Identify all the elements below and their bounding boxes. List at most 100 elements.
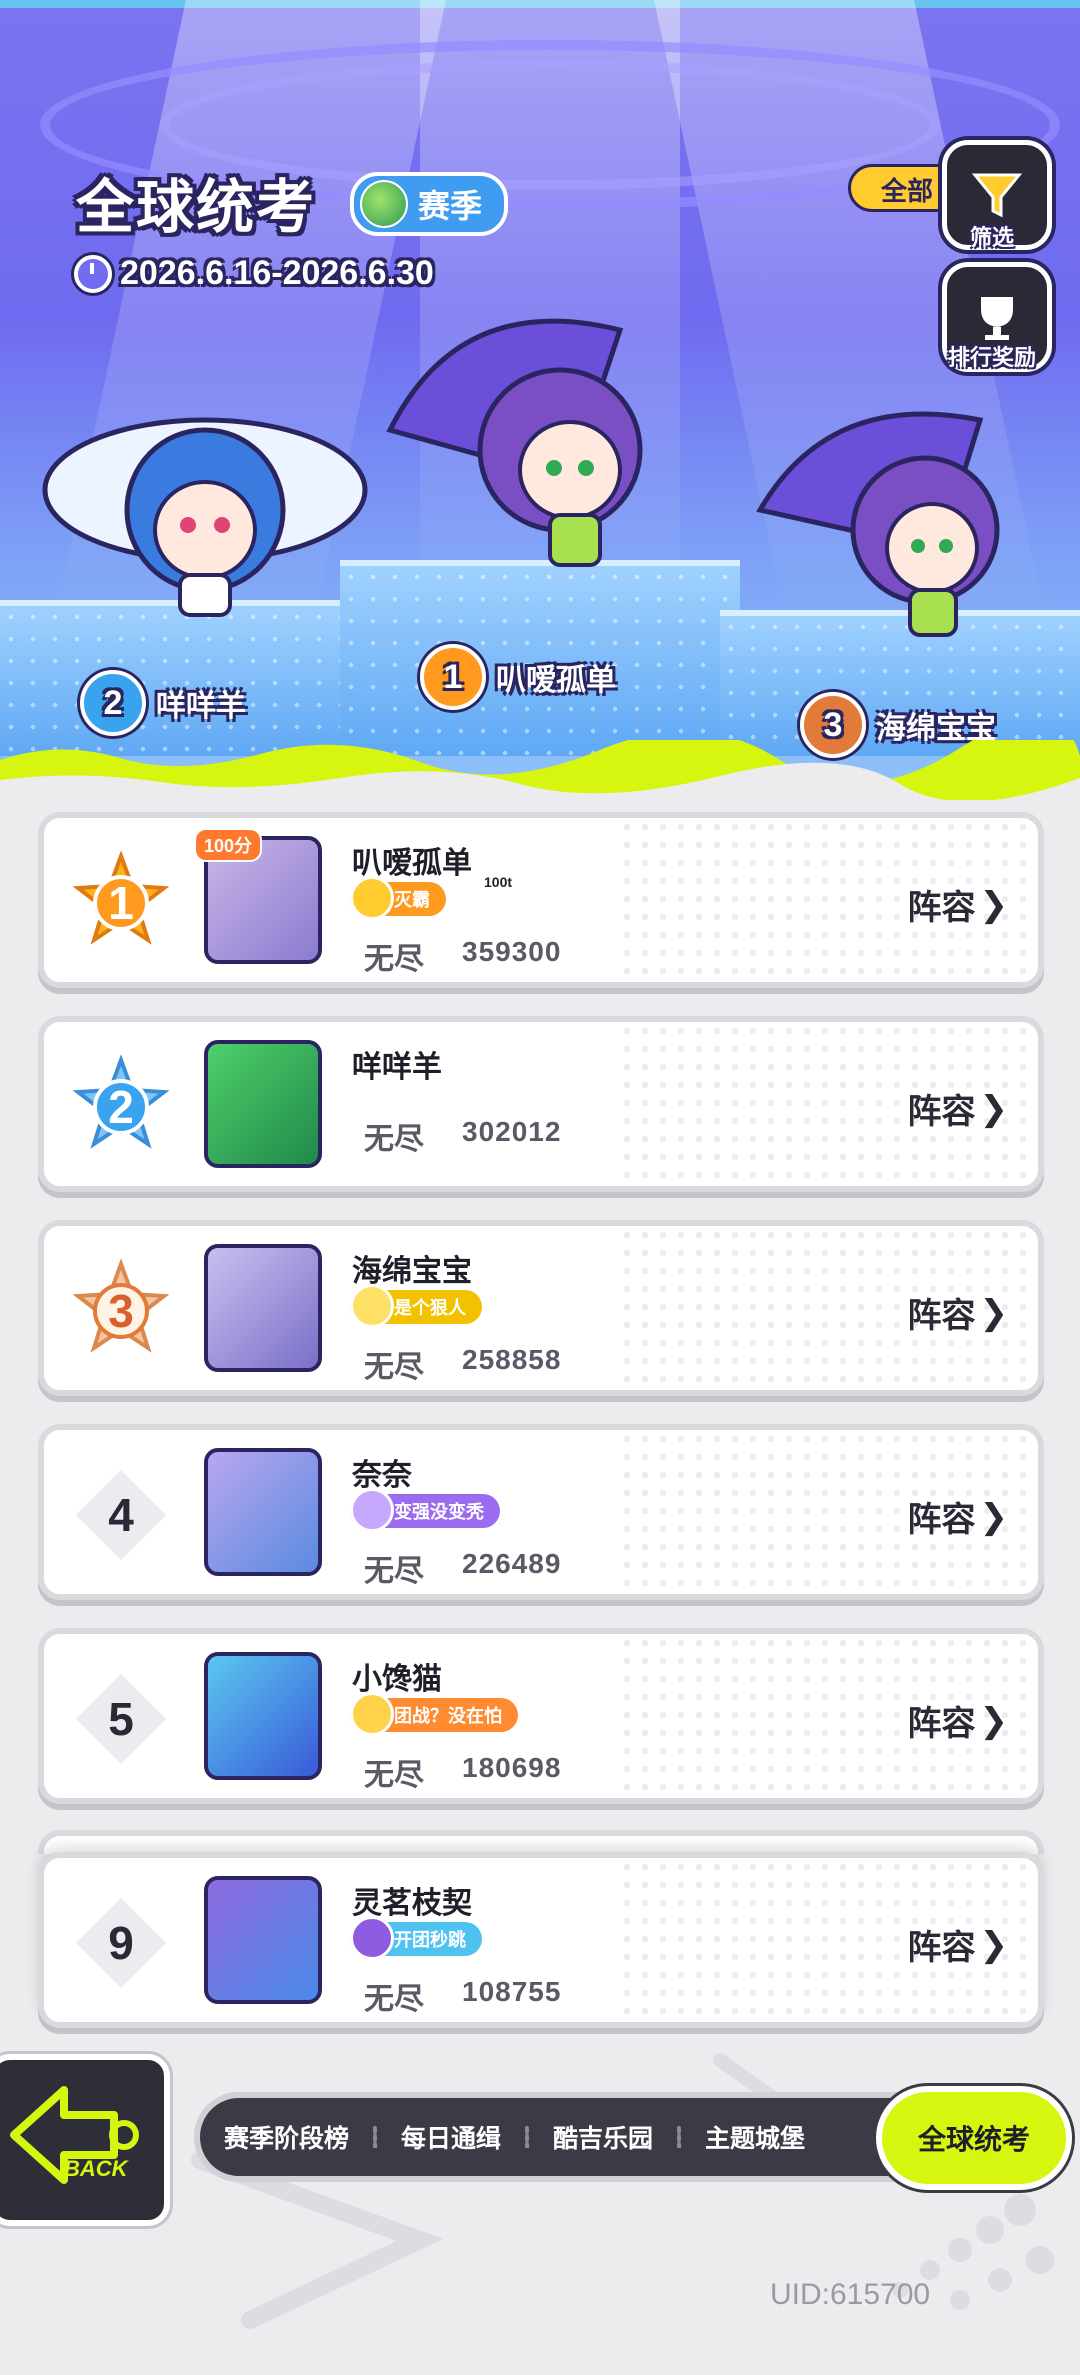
globe-icon	[360, 180, 408, 228]
badge-icon	[350, 1916, 394, 1960]
lineup-button[interactable]: 阵容 ❯	[908, 1920, 1009, 1969]
rank-number: 3	[108, 1285, 134, 1337]
mode-label: 无尽	[364, 1351, 424, 1384]
score-value: 258858	[462, 1344, 562, 1375]
rank-badge: 1	[66, 848, 176, 958]
podium-character-1[interactable]	[370, 310, 700, 590]
tab-season-stage[interactable]: 赛季阶段榜	[200, 2119, 373, 2155]
tab-daily-wanted[interactable]: 每日通缉	[377, 2119, 525, 2155]
mode-label: 无尽	[364, 1123, 424, 1156]
mode-label: 无尽	[364, 1759, 424, 1792]
avatar[interactable]	[204, 1876, 322, 2004]
rank-number: 2	[108, 1081, 134, 1133]
player-name: 小馋猫	[352, 1663, 442, 1696]
lineup-label: 阵容	[907, 1501, 976, 1539]
rank-badge: 3	[66, 1256, 176, 1366]
tab-global-exam[interactable]: 全球统考	[876, 2086, 1072, 2190]
badge-icon	[350, 1488, 394, 1532]
chevron-right-icon: ❯	[979, 1497, 1009, 1536]
chevron-right-icon: ❯	[979, 1293, 1009, 1332]
title-badge: 灭霸	[350, 876, 446, 920]
date-range-text: 2026.6.16-2026.6.30	[120, 254, 434, 292]
rank-medal-1: 1	[420, 644, 486, 710]
score-value: 180698	[462, 1752, 562, 1783]
title-badge: 团战？没在怕	[350, 1692, 518, 1736]
chevron-right-icon: ❯	[979, 1701, 1009, 1740]
rank-badge: 4	[66, 1460, 176, 1570]
title-badge-sub: 100t	[484, 874, 513, 890]
podium-character-2[interactable]	[40, 380, 370, 630]
score-value: 226489	[462, 1548, 562, 1579]
title-badge-text: 是个狠人	[394, 1298, 466, 1318]
lineup-label: 阵容	[907, 1705, 976, 1743]
title-badge-text: 团战？没在怕	[394, 1706, 502, 1726]
tab-theme-castle[interactable]: 主题城堡	[681, 2119, 829, 2155]
leaderboard-row[interactable]: 2 咩咩羊 无尽 302012 阵容 ❯	[38, 1016, 1044, 1192]
lineup-button[interactable]: 阵容 ❯	[908, 1288, 1009, 1337]
podium-player-name: 叭嗳孤单	[496, 664, 616, 697]
filter-icon	[971, 173, 1023, 218]
mode-label: 无尽	[364, 1983, 424, 2016]
title-badge-text: 灭霸	[394, 890, 430, 910]
my-rank-row[interactable]: 9 灵茗枝契 开团秒跳 无尽 108755 阵容 ❯	[38, 1852, 1044, 2028]
badge-icon	[350, 1284, 394, 1328]
rank-medal-2: 2	[80, 670, 146, 736]
lineup-button[interactable]: 阵容 ❯	[908, 880, 1009, 929]
avatar[interactable]	[204, 1652, 322, 1780]
podium-player-name: 咩咩羊	[156, 690, 246, 723]
chevron-right-icon: ❯	[979, 1089, 1009, 1128]
mode-label: 无尽	[364, 1555, 424, 1588]
avatar[interactable]	[204, 1244, 322, 1372]
rank-badge: 9	[66, 1888, 176, 1998]
lineup-button[interactable]: 阵容 ❯	[908, 1696, 1009, 1745]
season-badge: 赛季	[350, 172, 509, 236]
podium-name-1[interactable]: 1 叭嗳孤单	[420, 644, 616, 710]
score-badge: 100分	[194, 828, 263, 862]
lineup-label: 阵容	[907, 1093, 976, 1131]
avatar[interactable]	[204, 1448, 322, 1576]
lineup-label: 阵容	[907, 1297, 976, 1335]
leaderboard-row[interactable]: 3 海绵宝宝 是个狠人 无尽 258858 阵容 ❯	[38, 1220, 1044, 1396]
tab-kuji-park[interactable]: 酷吉乐园	[529, 2119, 677, 2155]
player-name: 奈奈	[352, 1459, 412, 1492]
title-badge: 开团秒跳	[350, 1916, 482, 1960]
rank-number: 1	[108, 877, 134, 929]
chevron-right-icon: ❯	[979, 885, 1009, 924]
page-title: 全球统考	[76, 175, 317, 240]
title-badge: 变强没变秃	[350, 1488, 500, 1532]
back-button[interactable]: BACK	[0, 2054, 170, 2226]
avatar[interactable]	[204, 1040, 322, 1168]
lineup-button[interactable]: 阵容 ❯	[908, 1084, 1009, 1133]
date-range: 2026.6.16-2026.6.30	[74, 254, 434, 293]
title-badge: 是个狠人	[350, 1284, 482, 1328]
mode-label: 无尽	[364, 943, 424, 976]
back-label: BACK	[64, 2156, 128, 2181]
score-value: 302012	[462, 1116, 562, 1147]
rank-number: 9	[108, 1917, 134, 1969]
back-arrow-icon	[10, 2086, 139, 2184]
leaderboard-row[interactable]: 4 奈奈 变强没变秃 无尽 226489 阵容 ❯	[38, 1424, 1044, 1600]
title-badge-text: 开团秒跳	[394, 1930, 466, 1950]
podium-character-3[interactable]	[750, 400, 1060, 640]
score-value: 108755	[462, 1976, 562, 2007]
rank-number: 5	[108, 1693, 134, 1745]
season-banner: 2 咩咩羊 1 叭嗳孤单 3 海绵宝宝	[0, 0, 1080, 800]
user-id: UID:615700	[770, 2278, 931, 2311]
badge-icon	[350, 876, 394, 920]
rank-number: 4	[108, 1489, 134, 1541]
score-value: 359300	[462, 936, 562, 967]
podium-name-2[interactable]: 2 咩咩羊	[80, 670, 246, 736]
badge-icon	[350, 1692, 394, 1736]
slime-divider	[0, 740, 1080, 800]
leaderboard-row[interactable]: 5 小馋猫 团战？没在怕 无尽 180698 阵容 ❯	[38, 1628, 1044, 1804]
filter-label: 筛选	[969, 225, 1014, 250]
title-badge-text: 变强没变秃	[394, 1502, 484, 1522]
season-label: 赛季	[418, 188, 483, 224]
trophy-icon	[981, 297, 1013, 340]
leaderboard-row[interactable]: 1 100分 叭嗳孤单 100t 灭霸 无尽 359300 阵容 ❯	[38, 812, 1044, 988]
lineup-button[interactable]: 阵容 ❯	[908, 1492, 1009, 1541]
clock-icon	[74, 254, 112, 293]
rank-badge: 2	[66, 1052, 176, 1162]
rank-rewards-label: 排行奖励	[947, 345, 1036, 370]
chevron-right-icon: ❯	[979, 1925, 1009, 1964]
